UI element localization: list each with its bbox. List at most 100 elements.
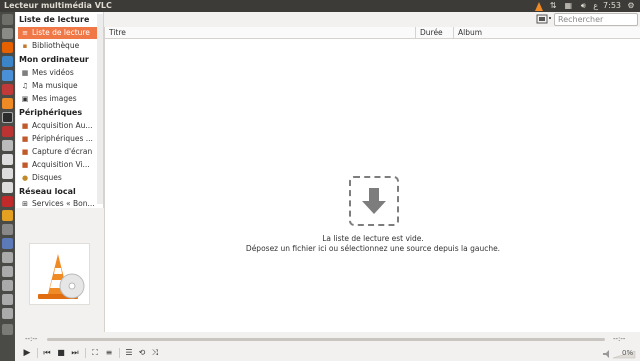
play-button[interactable]: ▶ — [21, 347, 33, 359]
sidebar-scrollbar[interactable] — [97, 14, 103, 204]
loop-button[interactable]: ⟲ — [136, 347, 148, 359]
previous-button[interactable]: ⏮ — [41, 347, 53, 359]
sidebar-item-label: Bibliothèque — [32, 41, 80, 50]
system-tray: ⇅ ▦ 🔊︎ ع 7:53 ⚙ — [535, 0, 636, 12]
sidebar-item-label: Mes images — [32, 94, 77, 103]
separator — [119, 348, 120, 358]
browser-icon[interactable] — [2, 70, 13, 81]
playlist-view[interactable]: Titre Durée Album La liste de lecture es… — [104, 27, 640, 332]
column-title[interactable]: Titre — [105, 27, 416, 39]
archive-icon[interactable] — [2, 210, 13, 221]
filezilla-icon[interactable] — [2, 196, 13, 207]
sidebar-item-devices[interactable]: ■ Périphériques ... — [18, 133, 98, 145]
section-heading-local-network: Réseau local — [19, 187, 76, 196]
sidebar-item-label: Capture d'écran — [32, 147, 93, 156]
sidebar-item-images[interactable]: ▣ Mes images — [18, 93, 98, 105]
search-input[interactable]: Rechercher — [554, 13, 638, 26]
drive-icon-5[interactable] — [2, 308, 13, 319]
video-icon: ▦ — [21, 69, 29, 77]
section-heading-devices: Périphériques — [19, 108, 83, 117]
screen-capture-icon: ■ — [21, 148, 29, 156]
network-icon[interactable]: ⇅ — [548, 1, 558, 11]
empty-hint: Déposez un fichier ici ou sélectionnez u… — [245, 244, 501, 253]
elapsed-time[interactable]: --:-- — [25, 335, 37, 343]
settings-gear-icon[interactable]: ⚙ — [626, 1, 636, 11]
terminal-icon[interactable] — [2, 112, 13, 123]
drive-icon[interactable] — [2, 252, 13, 263]
stop-button[interactable]: ■ — [55, 347, 67, 359]
album-art — [29, 243, 90, 305]
sidebar-item-label: Acquisition Vi... — [32, 160, 90, 169]
sidebar-item-screen-capture[interactable]: ■ Capture d'écran — [18, 146, 98, 158]
view-mode-buttons[interactable] — [536, 14, 552, 24]
view-toggle-icon[interactable] — [536, 14, 552, 24]
notes-icon[interactable] — [2, 168, 13, 179]
app-icon[interactable] — [2, 126, 13, 137]
sidebar-item-library[interactable]: ▪ Bibliothèque — [18, 40, 98, 52]
drive-icon-3[interactable] — [2, 280, 13, 291]
separator — [85, 348, 86, 358]
download-arrow-icon — [362, 188, 386, 214]
sidebar-item-label: Services « Bon... — [32, 199, 95, 208]
playlist-icon: ≡ — [22, 29, 28, 37]
vlc-cone-icon — [38, 254, 85, 299]
section-heading-my-computer: Mon ordinateur — [19, 55, 89, 64]
sidebar-item-video-capture[interactable]: ■ Acquisition Vi... — [18, 159, 98, 171]
drive-icon-4[interactable] — [2, 294, 13, 305]
sidebar-item-label: Périphériques ... — [32, 134, 93, 143]
sidebar-item-music[interactable]: ♫ Ma musique — [18, 80, 98, 92]
drop-zone-icon — [349, 176, 399, 226]
shuffle-button[interactable]: ⤨ — [149, 347, 161, 359]
seek-slider[interactable] — [47, 338, 605, 341]
clock[interactable]: 7:53 — [603, 0, 621, 12]
sidebar-item-label: Ma musique — [32, 81, 78, 90]
disc-icon: ● — [21, 174, 29, 182]
keyboard-layout-label[interactable]: ع — [593, 0, 598, 12]
trash-icon[interactable] — [2, 324, 13, 335]
editor-icon[interactable] — [2, 140, 13, 151]
unity-launcher — [0, 12, 15, 361]
software-center-icon[interactable] — [2, 84, 13, 95]
files-icon[interactable] — [2, 28, 13, 39]
next-button[interactable]: ⏭ — [69, 347, 81, 359]
sidebar-item-audio-capture[interactable]: ■ Acquisition Au... — [18, 120, 98, 132]
remaining-time[interactable]: --:-- — [613, 335, 625, 343]
sidebar-item-label: Liste de lecture — [32, 28, 90, 37]
fullscreen-button[interactable]: ⛶ — [89, 347, 101, 359]
keyboard-icon[interactable]: ▦ — [563, 1, 573, 11]
column-album[interactable]: Album — [454, 27, 640, 39]
window-title: Lecteur multimédia VLC — [4, 1, 112, 10]
settings-icon[interactable] — [2, 224, 13, 235]
extended-settings-button[interactable]: ≡ — [103, 347, 115, 359]
library-icon: ▪ — [22, 42, 28, 50]
inkscape-icon[interactable] — [2, 182, 13, 193]
app-icon-2[interactable] — [2, 238, 13, 249]
playlist-toggle-button[interactable]: ☰ — [123, 347, 135, 359]
volume-icon[interactable]: 🔊︎ — [578, 1, 588, 11]
chrome-icon[interactable] — [2, 56, 13, 67]
sidebar-item-videos[interactable]: ▦ Mes vidéos — [18, 67, 98, 79]
volume-level: 0% — [622, 349, 634, 357]
column-duration[interactable]: Durée — [416, 27, 454, 39]
column-header: Titre Durée Album — [105, 27, 640, 39]
vlc-launcher-icon[interactable] — [2, 98, 13, 109]
sidebar-item-label: Mes vidéos — [32, 68, 74, 77]
text-editor-icon[interactable] — [2, 154, 13, 165]
section-heading-playlist: Liste de lecture — [19, 15, 90, 24]
top-panel: Lecteur multimédia VLC ⇅ ▦ 🔊︎ ع 7:53 ⚙ — [0, 0, 640, 12]
sidebar-item-discs[interactable]: ● Disques — [18, 172, 98, 184]
network-icon: ⊞ — [22, 200, 28, 208]
empty-message: La liste de lecture est vide. — [322, 234, 424, 243]
sidebar: Liste de lecture ≡ Liste de lecture ▪ Bi… — [16, 12, 104, 208]
firefox-icon[interactable] — [2, 42, 13, 53]
image-icon: ▣ — [21, 95, 29, 103]
dash-icon[interactable] — [2, 14, 13, 25]
device-icon: ■ — [21, 135, 29, 143]
sidebar-item-bonjour[interactable]: ⊞ Services « Bon... — [18, 199, 98, 208]
sidebar-item-label: Acquisition Au... — [32, 121, 93, 130]
sidebar-item-playlist[interactable]: ≡ Liste de lecture — [18, 27, 98, 39]
playback-controls: ▶ ⏮ ■ ⏭ ⛶ ≡ ☰ ⟲ ⤨ 0% — [15, 345, 640, 361]
drive-icon-2[interactable] — [2, 266, 13, 277]
seek-bar-row: --:-- --:-- — [15, 333, 640, 345]
vlc-tray-icon[interactable] — [535, 1, 544, 11]
